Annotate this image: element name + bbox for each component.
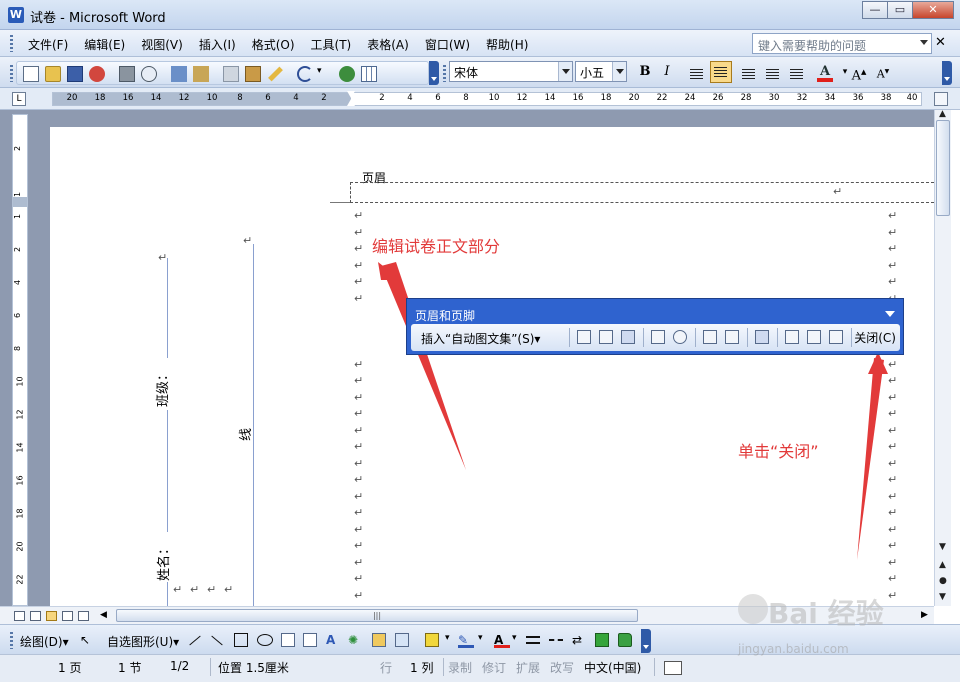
drawing-toolbar-options[interactable]: [641, 629, 651, 653]
arrow-to-body: [381, 262, 466, 470]
separator: [777, 328, 778, 347]
vertical-scroll-thumb[interactable]: [936, 120, 950, 216]
drawing-toolbar-grip[interactable]: [10, 632, 13, 649]
arrow-to-close: [857, 358, 884, 560]
separator: [851, 328, 852, 347]
font-color-dropdown[interactable]: ▾: [512, 633, 526, 647]
line-color-icon[interactable]: ✎: [458, 633, 474, 648]
status-track-changes[interactable]: 修订: [482, 659, 506, 676]
separator: [643, 328, 644, 347]
status-separator: [210, 658, 211, 676]
format-page-number-icon[interactable]: [621, 330, 635, 344]
clip-art-icon[interactable]: [372, 633, 386, 647]
insert-time-icon[interactable]: [673, 330, 687, 344]
status-row: 行: [380, 661, 393, 675]
status-column: 1 列: [410, 661, 434, 675]
arrow-head-close: [868, 352, 888, 374]
status-record[interactable]: 录制: [448, 659, 472, 676]
separator: [747, 328, 748, 347]
page-setup-icon[interactable]: [703, 330, 717, 344]
scroll-up-icon[interactable]: ▲: [939, 109, 946, 119]
select-browse-object-icon[interactable]: ●: [939, 576, 947, 586]
draw-menu-button[interactable]: 绘图(D)▾: [20, 633, 69, 650]
status-language: 中文(中国): [584, 661, 642, 675]
dash-style-icon[interactable]: [549, 639, 563, 645]
status-separator: [443, 658, 444, 676]
scroll-left-icon[interactable]: ◀: [100, 610, 107, 620]
previous-page-icon[interactable]: ▲: [939, 560, 946, 570]
web-layout-view-icon[interactable]: [30, 611, 41, 621]
toolbar-options-icon[interactable]: [885, 311, 895, 317]
status-extend[interactable]: 扩展: [516, 659, 540, 676]
insert-picture-icon[interactable]: [395, 633, 409, 647]
same-as-previous-icon[interactable]: [755, 330, 769, 344]
wordart-icon[interactable]: A: [326, 633, 340, 647]
vertical-text-box-icon[interactable]: [303, 633, 317, 647]
3d-style-icon[interactable]: [618, 633, 632, 647]
header-footer-buttons: 插入“自动图文集”(S)▾ 关闭(C): [411, 324, 900, 351]
watermark-brand: Bai 经验: [768, 597, 884, 630]
fill-color-icon[interactable]: [425, 633, 439, 647]
header-footer-toolbar[interactable]: 页眉和页脚 插入“自动图文集”(S)▾ 关闭(C): [406, 298, 904, 355]
arrow-icon[interactable]: [211, 635, 223, 646]
oval-icon[interactable]: [257, 634, 273, 646]
horizontal-scroll-thumb[interactable]: |||: [116, 609, 638, 622]
shadow-style-icon[interactable]: [595, 633, 609, 647]
header-footer-toolbar-title: 页眉和页脚: [415, 309, 476, 323]
status-separator: [654, 658, 655, 676]
select-objects-icon[interactable]: ↖: [80, 633, 94, 647]
show-previous-icon[interactable]: [807, 330, 821, 344]
status-section: 1 节: [118, 661, 142, 675]
baidu-watermark: Bai 经验 jingyan.baidu.com: [734, 586, 944, 656]
line-style-icon[interactable]: [526, 636, 540, 644]
baidu-paw-icon: [738, 594, 768, 624]
status-position: 位置 1.5厘米: [218, 661, 289, 675]
vertical-scrollbar[interactable]: ▲ ▼ ▲ ● ▼: [934, 109, 951, 606]
switch-header-footer-icon[interactable]: [785, 330, 799, 344]
watermark-url: jingyan.baidu.com: [738, 642, 849, 656]
show-next-icon[interactable]: [829, 330, 843, 344]
font-color-icon[interactable]: A: [494, 633, 510, 648]
diagram-icon[interactable]: ✺: [348, 633, 362, 647]
status-overtype[interactable]: 改写: [550, 659, 574, 676]
fill-color-dropdown[interactable]: ▾: [445, 633, 459, 647]
separator: [695, 328, 696, 347]
rectangle-icon[interactable]: [234, 633, 248, 647]
separator: [569, 328, 570, 347]
insert-page-count-icon[interactable]: [599, 330, 613, 344]
line-icon[interactable]: [189, 635, 201, 646]
scroll-down-icon[interactable]: ▼: [939, 542, 946, 552]
reading-layout-view-icon[interactable]: [78, 611, 89, 621]
print-layout-view-icon[interactable]: [46, 611, 57, 621]
insert-page-number-icon[interactable]: [577, 330, 591, 344]
close-header-footer-button[interactable]: 关闭(C): [854, 329, 896, 346]
status-bar: 1 页 1 节 1/2 位置 1.5厘米 行 1 列 录制 修订 扩展 改写 中…: [0, 654, 960, 682]
outline-view-icon[interactable]: [62, 611, 73, 621]
insert-autotext-button[interactable]: 插入“自动图文集”(S)▾: [421, 330, 540, 347]
normal-view-icon[interactable]: [14, 611, 25, 621]
spelling-status-icon[interactable]: [664, 661, 682, 675]
status-page: 1 页: [58, 661, 82, 675]
arrow-style-icon[interactable]: ⇄: [572, 633, 586, 647]
insert-date-icon[interactable]: [651, 330, 665, 344]
autoshapes-menu-button[interactable]: 自选图形(U)▾: [107, 633, 179, 650]
status-page-count: 1/2: [170, 659, 190, 673]
text-box-icon[interactable]: [281, 633, 295, 647]
line-color-dropdown[interactable]: ▾: [478, 633, 492, 647]
show-hide-text-icon[interactable]: [725, 330, 739, 344]
